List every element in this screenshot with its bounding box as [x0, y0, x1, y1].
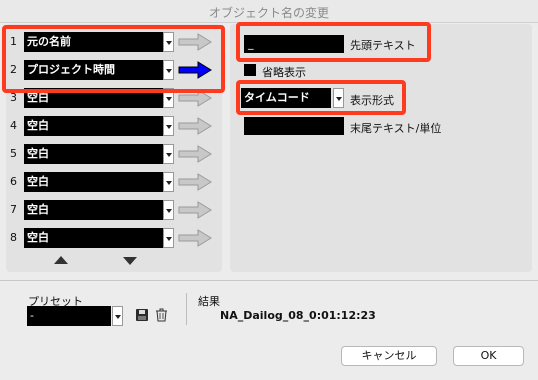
- divider: [0, 280, 538, 281]
- abbrev-checkbox[interactable]: [244, 64, 256, 76]
- row-number: 5: [10, 147, 17, 160]
- name-part-select[interactable]: 空白: [24, 228, 174, 248]
- preset-select-value: -: [27, 306, 111, 326]
- name-part-select-value: 空白: [24, 200, 163, 220]
- result-label: 結果: [198, 295, 220, 308]
- row-number: 4: [10, 119, 17, 132]
- name-part-select[interactable]: 空白: [24, 116, 174, 136]
- highlight-prefix: [236, 22, 431, 62]
- name-part-select[interactable]: 空白: [24, 200, 174, 220]
- cancel-button[interactable]: キャンセル: [341, 346, 437, 366]
- arrow-right-icon[interactable]: [178, 145, 212, 163]
- name-part-select-value: 空白: [24, 172, 163, 192]
- move-up-icon[interactable]: [54, 256, 68, 264]
- name-part-select[interactable]: 空白: [24, 172, 174, 192]
- arrow-right-icon[interactable]: [178, 229, 212, 247]
- row-number: 8: [10, 231, 17, 244]
- delete-preset-icon[interactable]: [155, 308, 168, 322]
- arrow-right-icon[interactable]: [178, 173, 212, 191]
- name-part-select-value: 空白: [24, 144, 163, 164]
- vertical-divider: [186, 293, 187, 325]
- result-value: NA_Dailog_08_0:01:12:23: [220, 309, 376, 322]
- highlight-format: [236, 80, 406, 115]
- chevron-down-icon[interactable]: [163, 228, 174, 248]
- chevron-down-icon[interactable]: [163, 116, 174, 136]
- suffix-text-field[interactable]: [244, 117, 344, 135]
- chevron-down-icon[interactable]: [112, 306, 123, 326]
- arrow-right-icon[interactable]: [178, 117, 212, 135]
- chevron-down-icon[interactable]: [163, 144, 174, 164]
- ok-button[interactable]: OK: [453, 346, 524, 366]
- abbrev-label: 省略表示: [262, 66, 306, 79]
- name-part-select-value: 空白: [24, 228, 163, 248]
- move-down-icon[interactable]: [123, 257, 137, 265]
- window-title: オブジェクト名の変更: [208, 6, 329, 20]
- name-part-select-value: 空白: [24, 116, 163, 136]
- row-number: 7: [10, 203, 17, 216]
- suffix-text-label: 末尾テキスト/単位: [350, 122, 442, 135]
- preset-select[interactable]: -: [27, 306, 123, 326]
- arrow-right-icon[interactable]: [178, 201, 212, 219]
- chevron-down-icon[interactable]: [163, 172, 174, 192]
- save-icon[interactable]: [136, 309, 148, 321]
- name-part-select[interactable]: 空白: [24, 144, 174, 164]
- row-number: 6: [10, 175, 17, 188]
- highlight-rows-1-2: [2, 25, 225, 93]
- title-bar: オブジェクト名の変更: [0, 0, 538, 23]
- chevron-down-icon[interactable]: [163, 200, 174, 220]
